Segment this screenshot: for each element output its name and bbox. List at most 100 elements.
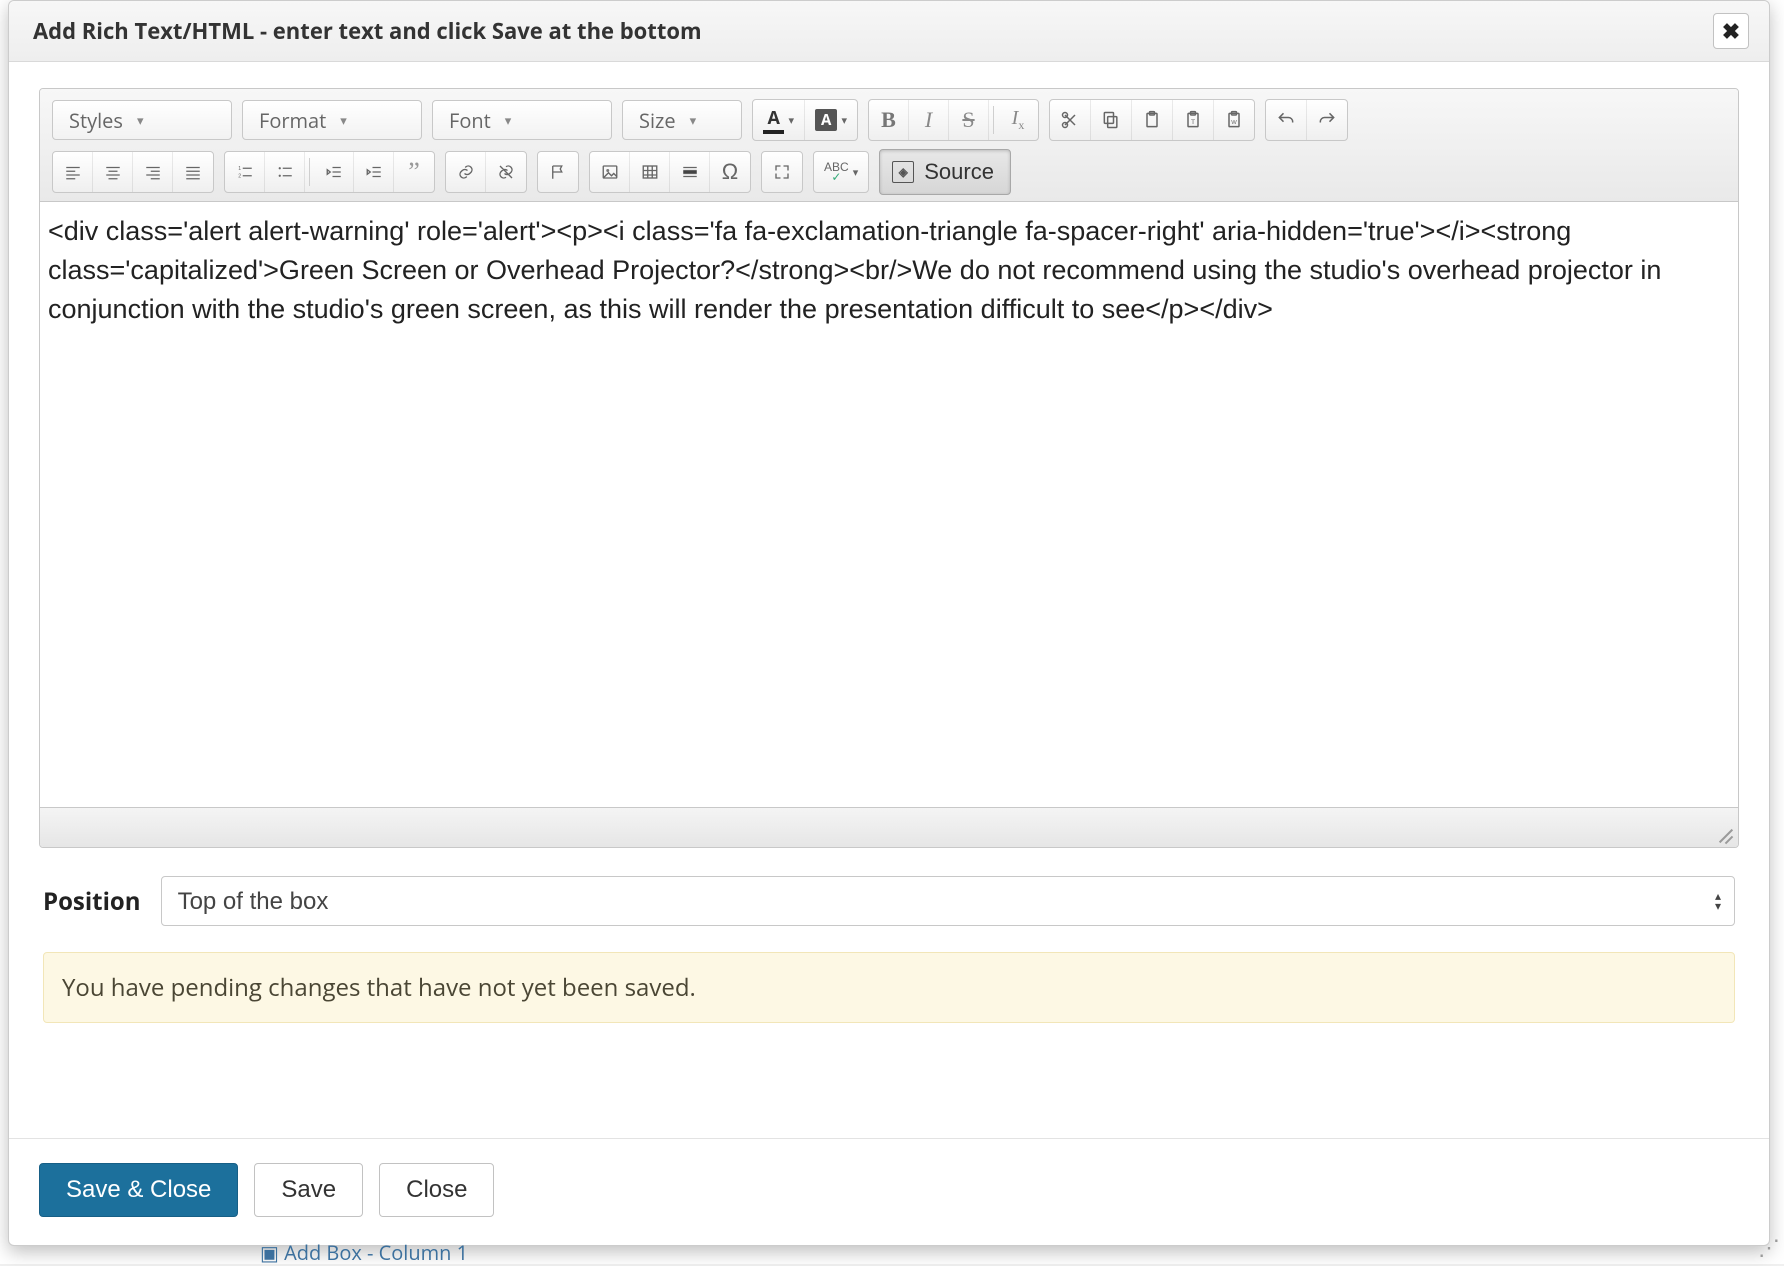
close-button[interactable]: Close (379, 1163, 494, 1217)
align-left-icon (64, 163, 82, 181)
format-combo[interactable]: Format ▾ (242, 100, 422, 140)
plus-square-icon: ▣ (260, 1239, 279, 1266)
maximize-button[interactable] (762, 152, 802, 192)
align-center-button[interactable] (93, 152, 133, 192)
caret-down-icon: ▾ (853, 166, 859, 179)
text-color-button[interactable]: A ▾ (753, 100, 805, 140)
table-button[interactable] (630, 152, 670, 192)
source-button[interactable]: ◈ Source (879, 149, 1011, 195)
outdent-icon (325, 163, 343, 181)
list-group: 12 ” (224, 151, 435, 193)
font-combo-label: Font (449, 107, 491, 134)
paste-button[interactable] (1132, 100, 1173, 140)
position-label: Position (43, 885, 141, 918)
anchor-group (537, 151, 579, 193)
ordered-list-icon: 12 (236, 163, 254, 181)
modal-close-button[interactable]: ✖ (1713, 13, 1749, 49)
align-left-button[interactable] (53, 152, 93, 192)
redo-button[interactable] (1307, 100, 1347, 140)
editor-toolbar: Styles ▾ Format ▾ Font ▾ Size (40, 89, 1738, 202)
align-justify-button[interactable] (173, 152, 213, 192)
select-caret-icon: ▴▾ (1715, 892, 1721, 910)
bg-color-icon: A (815, 109, 837, 131)
italic-button[interactable]: I (909, 100, 949, 140)
spellcheck-icon: ABC✓ (824, 162, 849, 182)
save-and-close-button[interactable]: Save & Close (39, 1163, 238, 1217)
table-icon (641, 163, 659, 181)
unlink-icon (497, 163, 515, 181)
toolbar-row-1: Styles ▾ Format ▾ Font ▾ Size (52, 99, 1726, 141)
modal-dialog: Add Rich Text/HTML - enter text and clic… (8, 0, 1770, 1246)
pending-changes-alert: You have pending changes that have not y… (43, 952, 1735, 1023)
spell-group: ABC✓ ▾ (813, 151, 869, 193)
special-char-button[interactable]: Ω (710, 152, 750, 192)
align-right-button[interactable] (133, 152, 173, 192)
editor-footer (40, 807, 1738, 847)
color-group: A ▾ A ▾ (752, 99, 858, 141)
remove-format-icon: Ix (1012, 107, 1025, 133)
position-select[interactable]: Top of the box (161, 876, 1735, 926)
window-resize-grip[interactable]: ⋰ (1758, 1232, 1780, 1262)
toolbar-row-2: 12 ” (52, 149, 1726, 195)
image-icon (601, 163, 619, 181)
caret-down-icon: ▾ (505, 111, 512, 129)
text-style-group: B I S Ix (868, 99, 1039, 141)
svg-text:T: T (1191, 119, 1195, 126)
remove-format-button[interactable]: Ix (998, 100, 1038, 140)
paste-text-button[interactable]: T (1173, 100, 1214, 140)
divider (309, 158, 310, 186)
bg-color-button[interactable]: A ▾ (805, 100, 857, 140)
divider (993, 106, 994, 134)
font-combo[interactable]: Font ▾ (432, 100, 612, 140)
svg-text:2: 2 (238, 173, 241, 179)
ordered-list-button[interactable]: 12 (225, 152, 265, 192)
svg-text:W: W (1231, 120, 1237, 126)
scissors-icon (1060, 110, 1080, 130)
indent-button[interactable] (354, 152, 394, 192)
page-root: Add Rich Text/HTML - enter text and clic… (0, 0, 1784, 1264)
undo-button[interactable] (1266, 100, 1307, 140)
align-right-icon (144, 163, 162, 181)
redo-icon (1317, 110, 1337, 130)
anchor-button[interactable] (538, 152, 578, 192)
insert-group: Ω (589, 151, 751, 193)
clipboard-group: T W (1049, 99, 1255, 141)
size-combo[interactable]: Size ▾ (622, 100, 742, 140)
copy-button[interactable] (1091, 100, 1132, 140)
paste-word-button[interactable]: W (1214, 100, 1254, 140)
editor-content-area[interactable]: <div class='alert alert-warning' role='a… (40, 202, 1738, 807)
undo-group (1265, 99, 1348, 141)
undo-icon (1276, 110, 1296, 130)
strike-button[interactable]: S (949, 100, 989, 140)
save-button[interactable]: Save (254, 1163, 363, 1217)
outdent-button[interactable] (314, 152, 354, 192)
quote-icon: ” (408, 166, 420, 178)
spellcheck-button[interactable]: ABC✓ ▾ (814, 152, 868, 192)
flag-icon (549, 163, 567, 181)
caret-down-icon: ▾ (340, 111, 347, 129)
pending-changes-text: You have pending changes that have not y… (62, 971, 696, 1004)
image-button[interactable] (590, 152, 630, 192)
maximize-icon (773, 163, 791, 181)
unlink-button[interactable] (486, 152, 526, 192)
styles-combo[interactable]: Styles ▾ (52, 100, 232, 140)
cut-button[interactable] (1050, 100, 1091, 140)
caret-down-icon: ▾ (690, 111, 697, 129)
background-link-label: Add Box - Column 1 (284, 1239, 468, 1266)
hr-icon (681, 163, 699, 181)
svg-text:1: 1 (238, 166, 241, 172)
modal-header: Add Rich Text/HTML - enter text and clic… (9, 1, 1769, 62)
link-button[interactable] (446, 152, 486, 192)
clipboard-icon (1142, 110, 1162, 130)
clipboard-text-icon: T (1183, 110, 1203, 130)
background-add-box-link[interactable]: ▣ Add Box - Column 1 (260, 1239, 468, 1266)
omega-icon: Ω (722, 159, 738, 185)
editor-resize-handle[interactable] (1714, 825, 1732, 843)
styles-combo-label: Styles (69, 107, 123, 134)
horizontal-rule-button[interactable] (670, 152, 710, 192)
unordered-list-button[interactable] (265, 152, 305, 192)
position-field-row: Position Top of the box ▴▾ (43, 876, 1735, 926)
bold-button[interactable]: B (869, 100, 909, 140)
source-icon: ◈ (892, 161, 914, 183)
blockquote-button[interactable]: ” (394, 152, 434, 192)
